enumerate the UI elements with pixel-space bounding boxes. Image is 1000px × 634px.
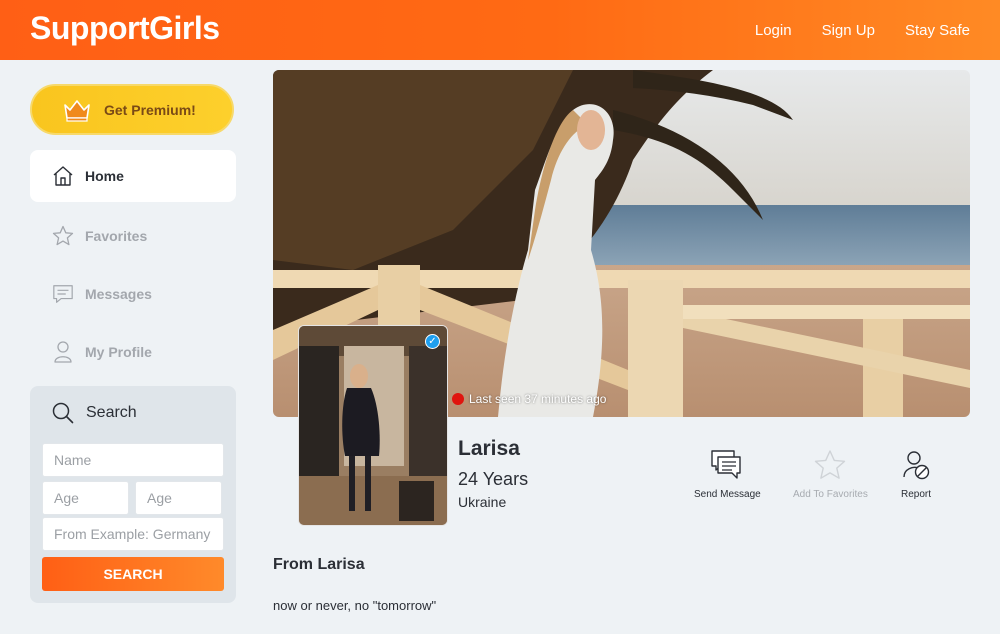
country-input[interactable] xyxy=(42,517,224,551)
report-icon xyxy=(903,451,930,480)
crown-icon xyxy=(64,99,90,122)
last-seen-text: Last seen 37 minutes ago xyxy=(469,392,607,406)
profile-country: Ukraine xyxy=(458,494,507,510)
sidebar-item-label: My Profile xyxy=(85,344,152,360)
message-icon xyxy=(52,282,74,306)
sidebar-item-my-profile[interactable]: My Profile xyxy=(30,326,236,378)
send-message-button[interactable]: Send Message xyxy=(694,445,761,500)
search-icon xyxy=(52,402,74,424)
profile-name: Larisa xyxy=(458,437,520,460)
search-button[interactable]: SEARCH xyxy=(42,557,224,591)
report-label: Report xyxy=(901,489,932,500)
premium-label: Get Premium! xyxy=(104,101,196,118)
search-panel: Search SEARCH xyxy=(30,386,236,603)
send-message-label: Send Message xyxy=(694,489,761,500)
user-icon xyxy=(52,340,74,364)
report-button[interactable]: Report xyxy=(901,445,931,500)
get-premium-button[interactable]: Get Premium! xyxy=(30,84,234,135)
search-title: Search xyxy=(86,404,137,421)
name-input[interactable] xyxy=(42,443,224,477)
online-status-dot xyxy=(452,393,464,405)
sidebar-item-label: Home xyxy=(85,168,124,184)
sidebar-item-label: Messages xyxy=(85,286,152,302)
sidebar-item-home[interactable]: Home xyxy=(30,150,236,202)
verified-badge-icon: ✓ xyxy=(425,334,440,349)
add-to-favorites-label: Add To Favorites xyxy=(793,489,868,500)
sidebar-item-label: Favorites xyxy=(85,228,148,244)
site-logo[interactable]: SupportGirls xyxy=(30,10,220,47)
age-from-input[interactable] xyxy=(42,481,129,515)
about-section-title: From Larisa xyxy=(273,556,365,573)
age-to-input[interactable] xyxy=(135,481,222,515)
top-header: SupportGirls Login Sign Up Stay Safe xyxy=(0,0,1000,60)
send-message-icon xyxy=(711,450,742,479)
login-link[interactable]: Login xyxy=(755,22,792,39)
search-header: Search xyxy=(52,402,137,424)
star-icon xyxy=(52,224,74,248)
add-to-favorites-button[interactable]: Add To Favorites xyxy=(793,445,868,500)
sidebar-item-messages[interactable]: Messages xyxy=(30,268,236,320)
profile-age: 24 Years xyxy=(458,469,529,489)
signup-link[interactable]: Sign Up xyxy=(822,22,875,39)
top-nav: Login Sign Up Stay Safe xyxy=(755,0,1000,60)
stay-safe-link[interactable]: Stay Safe xyxy=(905,22,970,39)
star-icon xyxy=(815,450,846,479)
about-text: now or never, no "tomorrow" xyxy=(273,598,437,613)
sidebar-item-favorites[interactable]: Favorites xyxy=(30,210,236,262)
home-icon xyxy=(52,164,74,188)
profile-avatar[interactable] xyxy=(298,325,448,526)
last-seen-status: Last seen 37 minutes ago xyxy=(452,392,606,406)
